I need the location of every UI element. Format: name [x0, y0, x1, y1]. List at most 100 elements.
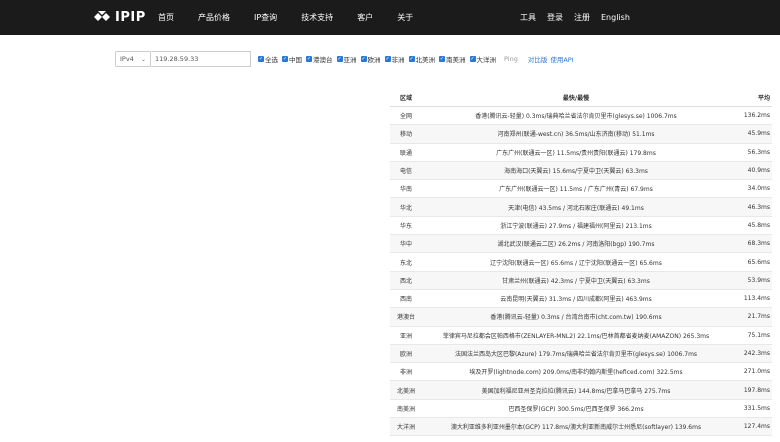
checkbox-label: 亚洲 [343, 56, 357, 64]
cell-avg: 56.3ms [747, 148, 770, 156]
nav-customers[interactable]: 客户 [357, 12, 373, 23]
cell-region: 非洲 [399, 369, 412, 377]
cell-avg: 75.1ms [747, 331, 770, 339]
table-row: 华北 天津(电信) 43.5ms / 河北石家庄(联通云) 49.1ms 46.3m… [390, 198, 772, 217]
cell-best: 香港(腾讯云-轻量) 0.3ms / 台湾台南市(cht.com.tw) 190… [490, 314, 662, 322]
cell-region: 亚洲 [399, 332, 412, 340]
table-row: 联通 广东广州(联通云一区) 11.5ms/贵州贵阳(联通云) 179.8ms 56… [390, 144, 772, 162]
checkbox-checked-icon: ✓ [360, 56, 367, 62]
nav-english[interactable]: English [601, 13, 630, 22]
ping-toolbar: IPv4 ⌄ 119.28.59.33 ✓ 全选 ✓ 中国 ✓ 港澳台 ✓ 亚洲 ✓ 欧洲… [115, 50, 574, 68]
table-row: 华中 湖北武汉(联通云二区) 26.2ms / 河南洛阳(bgp) 190.7ms… [390, 235, 772, 254]
api-link[interactable]: 使用API [550, 54, 573, 64]
cell-region: 移动 [399, 131, 412, 139]
cell-best: 甘肃兰州(联通云) 42.3ms / 宁夏中卫(天翼云) 63.3ms [502, 277, 650, 285]
cell-best: 广东广州(联通云一区) 11.5ms / 广东广州(青云) 67.9ms [499, 186, 653, 194]
table-row: 全网 香港(腾讯云-轻量) 0.3ms/瑞典哈兰省法尔肯贝里市(glesys.se… [390, 107, 772, 126]
checkbox-label: 全选 [265, 56, 278, 64]
cell-avg: 271.0ms [743, 368, 770, 376]
checkbox-checked-icon: ✓ [408, 56, 415, 62]
checkbox-checked-icon: ✓ [282, 56, 288, 62]
nav-login[interactable]: 登录 [547, 12, 563, 23]
checkbox-checked-icon: ✓ [258, 56, 264, 62]
checkbox-label: 非洲 [391, 56, 405, 64]
checkbox-label: 中国 [289, 56, 302, 64]
table-row: 南美洲 巴西圣保罗(GCP) 300.5ms/巴西圣保罗 366.2ms 331.5… [390, 400, 772, 419]
checkbox-north-america[interactable]: ✓ 北美洲 [408, 54, 436, 64]
nav-pricing[interactable]: 产品价格 [198, 12, 230, 23]
checkbox-all[interactable]: ✓ 全选 [258, 54, 278, 64]
table-row: 西北 甘肃兰州(联通云) 42.3ms / 宁夏中卫(天翼云) 63.3ms 53.… [390, 271, 772, 290]
table-row: 华南 广东广州(联通云一区) 11.5ms / 广东广州(青云) 67.9ms 34… [390, 180, 772, 199]
checkbox-checked-icon: ✓ [384, 56, 391, 62]
cell-region: 欧洲 [399, 351, 412, 358]
checkbox-label: 北美洲 [415, 56, 436, 64]
ip-version-value: IPv4 [120, 55, 134, 63]
cell-best: 菲律宾马尼拉都会区帕西格市(ZENLAYER-MNL2) 22.1ms/巴林首都… [442, 332, 710, 340]
cell-avg: 34.0ms [747, 185, 770, 193]
nav-home[interactable]: 首页 [158, 12, 174, 23]
table-row: 东北 辽宁沈阳(联通云一区) 65.6ms / 辽宁沈阳(联通云一区) 65.6m… [390, 253, 772, 272]
cell-best: 湖北武汉(联通云二区) 26.2ms / 河南洛阳(bgp) 190.7ms [497, 241, 655, 249]
checkbox-checked-icon: ✓ [469, 56, 476, 62]
nav-tools[interactable]: 工具 [520, 12, 536, 23]
ping-results-table: 区域 最快/最慢 平均 全网 香港(腾讯云-轻量) 0.3ms/瑞典哈兰省法尔肯贝… [390, 89, 772, 437]
cell-avg: 331.5ms [743, 404, 770, 412]
nav-support[interactable]: 技术支持 [301, 12, 333, 23]
cell-best: 香港(腾讯云-轻量) 0.3ms/瑞典哈兰省法尔肯贝里市(glesys.se) … [475, 113, 677, 121]
table-row: 西南 云南昆明(天翼云) 31.3ms / 四川成都(阿里云) 463.9ms 11… [390, 290, 772, 309]
compare-link[interactable]: 对比版 [528, 54, 548, 64]
table-body: 全网 香港(腾讯云-轻量) 0.3ms/瑞典哈兰省法尔肯贝里市(glesys.se… [390, 107, 772, 437]
cell-best: 河南郑州(联通-west.cn) 36.5ms/山东济南(移动) 51.1ms [497, 131, 655, 139]
ping-button[interactable]: Ping [504, 55, 518, 63]
cell-region: 电信 [399, 168, 412, 176]
nav-ip-lookup[interactable]: IP查询 [254, 12, 277, 23]
cell-best: 美国加利福尼亚州圣克拉拉(腾讯云) 144.8ms/巴拿马巴拿马 275.7ms [481, 387, 671, 395]
table-row: 港澳台 香港(腾讯云-轻量) 0.3ms / 台湾台南市(cht.com.tw) … [390, 308, 772, 327]
cell-best: 浙江宁波(联通云) 27.9ms / 福建福州(阿里云) 213.1ms [500, 222, 652, 230]
cell-best: 法国法兰西岛大区巴黎(Azure) 179.7ms/瑞典哈兰省法尔肯贝里市(gl… [454, 351, 698, 358]
checkbox-label: 欧洲 [367, 56, 381, 64]
table-row: 欧洲 法国法兰西岛大区巴黎(Azure) 179.7ms/瑞典哈兰省法尔肯贝里市(… [390, 344, 772, 364]
checkbox-label: 港澳台 [313, 56, 333, 64]
checkbox-checked-icon: ✓ [439, 56, 445, 62]
checkbox-hk-macau-taiwan[interactable]: ✓ 港澳台 [306, 54, 333, 64]
ip-input[interactable]: 119.28.59.33 [151, 51, 251, 67]
cell-avg: 242.3ms [743, 350, 770, 357]
checkbox-label: 南美洲 [446, 56, 466, 64]
cell-region: 全网 [399, 113, 412, 121]
cell-region: 东北 [399, 259, 412, 267]
brand-logo-text: IPIP [115, 9, 146, 25]
cell-region: 西北 [399, 277, 412, 285]
cell-region: 大洋洲 [396, 424, 415, 432]
checkbox-oceania[interactable]: ✓ 大洋洲 [469, 54, 496, 64]
cell-region: 华中 [399, 241, 412, 249]
cell-best: 巴西圣保罗(GCP) 300.5ms/巴西圣保罗 366.2ms [508, 405, 644, 413]
cell-region: 华南 [399, 186, 412, 194]
cell-avg: 53.9ms [747, 276, 770, 284]
cell-avg: 45.9ms [747, 130, 770, 138]
ip-version-select[interactable]: IPv4 ⌄ [115, 51, 151, 67]
cell-region: 西南 [399, 296, 412, 304]
cell-avg: 68.3ms [747, 240, 770, 248]
checkbox-south-america[interactable]: ✓ 南美洲 [439, 54, 466, 64]
checkbox-europe[interactable]: ✓ 欧洲 [360, 54, 381, 64]
chevron-down-icon: ⌄ [140, 55, 146, 63]
main-nav: 首页 产品价格 IP查询 技术支持 客户 关于 [158, 0, 437, 35]
checkbox-asia[interactable]: ✓ 亚洲 [336, 54, 357, 64]
cell-avg: 40.9ms [747, 167, 770, 175]
table-row: 非洲 埃及开罗(lightnode.com) 209.0ms/南非约翰内斯堡(he… [390, 363, 772, 382]
nav-about[interactable]: 关于 [397, 12, 413, 23]
cell-region: 北美洲 [396, 387, 415, 395]
nav-register[interactable]: 注册 [574, 12, 590, 23]
logo-mark-icon [94, 11, 110, 21]
header-best: 最快/最慢 [562, 95, 590, 102]
table-row: 电信 海南海口(天翼云) 15.6ms/宁夏中卫(天翼云) 63.3ms 40.9m… [390, 161, 772, 181]
brand-logo[interactable]: IPIP [93, 8, 146, 26]
cell-best: 澳大利亚维多利亚州墨尔本(GCP) 117.8ms/澳大利亚新南威尔士州悉尼(s… [450, 424, 702, 432]
cell-avg: 46.3ms [747, 203, 770, 211]
table-row: 华东 浙江宁波(联通云) 27.9ms / 福建福州(阿里云) 213.1ms 45… [390, 217, 772, 236]
checkbox-africa[interactable]: ✓ 非洲 [384, 54, 405, 64]
checkbox-china[interactable]: ✓ 中国 [282, 54, 302, 64]
cell-avg: 113.4ms [743, 295, 770, 303]
